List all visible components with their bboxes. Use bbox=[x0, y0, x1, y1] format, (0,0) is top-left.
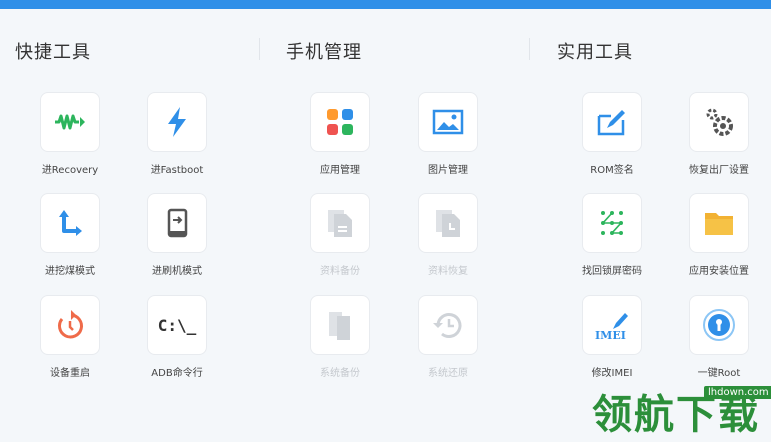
image-icon bbox=[432, 109, 464, 135]
recovery-label: 进Recovery bbox=[41, 165, 99, 176]
document-clock-icon bbox=[436, 210, 460, 237]
section-divider bbox=[529, 38, 530, 60]
section-title-utility-tools: 实用工具 bbox=[557, 42, 633, 63]
rom-sign-label: ROM签名 bbox=[590, 165, 634, 176]
imei-edit-icon: IMEI bbox=[595, 313, 628, 342]
app-grid-icon bbox=[327, 109, 353, 135]
phone-enter-icon bbox=[167, 208, 188, 238]
one-click-root-label: 一键Root bbox=[697, 368, 741, 379]
modify-imei-label: 修改IMEI bbox=[591, 368, 633, 379]
top-accent-bar bbox=[0, 0, 771, 9]
folder-icon bbox=[705, 213, 733, 235]
factory-reset-label: 恢复出厂设置 bbox=[689, 165, 749, 176]
recovery-button[interactable] bbox=[40, 92, 100, 152]
download-mode-label: 进挖煤模式 bbox=[45, 266, 95, 277]
system-restore-label: 系统还原 bbox=[428, 368, 468, 379]
restart-icon bbox=[58, 310, 83, 339]
section-title-quick-tools: 快捷工具 bbox=[15, 42, 91, 63]
pattern-lock-icon bbox=[601, 211, 623, 235]
fastboot-label: 进Fastboot bbox=[150, 165, 204, 176]
data-restore-button[interactable] bbox=[418, 193, 478, 253]
data-restore-label: 资料恢复 bbox=[428, 266, 468, 277]
adb-console-label: ADB命令行 bbox=[151, 368, 203, 379]
one-click-root-button[interactable] bbox=[689, 295, 749, 355]
waveform-arrow-icon bbox=[55, 114, 85, 130]
system-backup-button[interactable] bbox=[310, 295, 370, 355]
history-icon bbox=[433, 313, 462, 338]
download-mode-button[interactable] bbox=[40, 193, 100, 253]
root-keyhole-icon bbox=[703, 309, 735, 341]
reboot-label: 设备重启 bbox=[50, 368, 90, 379]
section-divider bbox=[259, 38, 260, 60]
photo-management-label: 图片管理 bbox=[428, 165, 468, 176]
flash-mode-button[interactable] bbox=[147, 193, 207, 253]
photo-management-button[interactable] bbox=[418, 92, 478, 152]
modify-imei-button[interactable]: IMEI bbox=[582, 295, 642, 355]
install-location-label: 应用安装位置 bbox=[689, 266, 749, 277]
gears-icon bbox=[706, 108, 733, 136]
app-management-button[interactable] bbox=[310, 92, 370, 152]
data-backup-label: 资料备份 bbox=[320, 266, 360, 277]
sign-pen-icon bbox=[597, 110, 625, 136]
factory-reset-button[interactable] bbox=[689, 92, 749, 152]
unlock-pattern-label: 找回锁屏密码 bbox=[582, 266, 642, 277]
reboot-button[interactable] bbox=[40, 295, 100, 355]
imei-glyph: IMEI bbox=[595, 329, 626, 342]
stacked-pages-icon bbox=[329, 312, 350, 340]
lightning-icon bbox=[168, 107, 186, 137]
app-management-label: 应用管理 bbox=[320, 165, 360, 176]
fastboot-button[interactable] bbox=[147, 92, 207, 152]
adb-console-button[interactable]: C:\_ bbox=[147, 295, 207, 355]
data-backup-button[interactable] bbox=[310, 193, 370, 253]
section-title-phone-management: 手机管理 bbox=[286, 42, 362, 63]
site-watermark-url: lhdown.com bbox=[704, 386, 771, 399]
system-restore-button[interactable] bbox=[418, 295, 478, 355]
rom-sign-button[interactable] bbox=[582, 92, 642, 152]
dig-arrow-icon bbox=[59, 210, 82, 236]
unlock-pattern-button[interactable] bbox=[582, 193, 642, 253]
system-backup-label: 系统备份 bbox=[320, 368, 360, 379]
install-location-button[interactable] bbox=[689, 193, 749, 253]
flash-mode-label: 进刷机模式 bbox=[152, 266, 202, 277]
terminal-icon: C:\_ bbox=[157, 315, 197, 335]
documents-icon bbox=[328, 210, 352, 237]
